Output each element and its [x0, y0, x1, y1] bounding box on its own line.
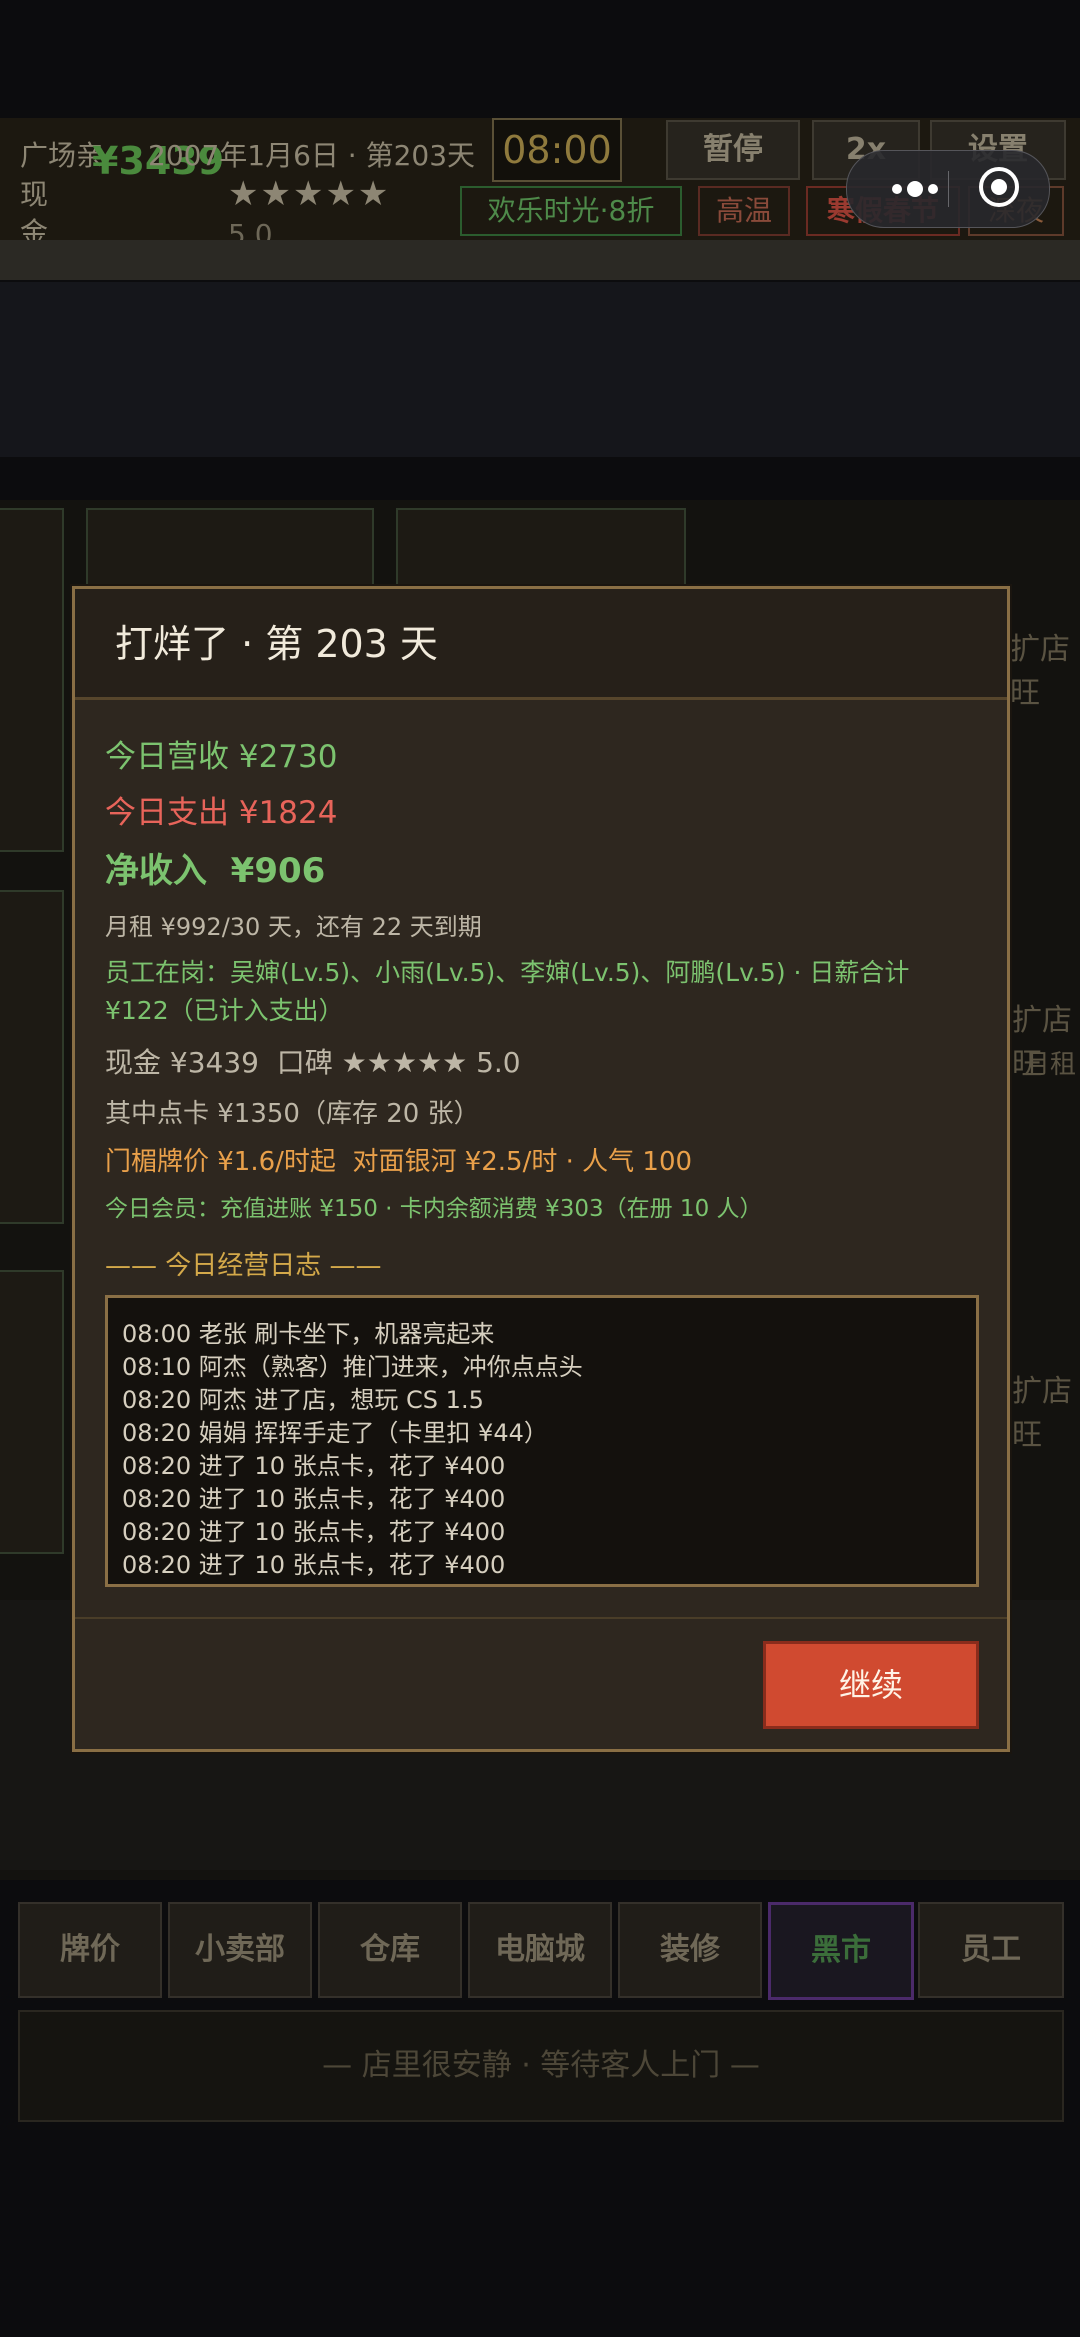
log-entry: 08:00 老张 刷卡坐下，机器亮起来	[122, 1320, 495, 1348]
price-line: 门楣牌价 ¥1.6/时起 对面银河 ¥2.5/时 · 人气 100	[105, 1147, 693, 1177]
game-clock: 08:00	[492, 118, 622, 182]
info-band	[0, 282, 1080, 457]
close-miniprogram-icon[interactable]	[977, 165, 1021, 209]
nav-decoration[interactable]: 装修	[618, 1902, 762, 1998]
pause-button[interactable]: 暂停	[666, 120, 800, 180]
operation-log[interactable]: 08:00 老张 刷卡坐下，机器亮起来 08:10 阿杰（熟客）推门进来，冲你点…	[105, 1295, 979, 1587]
hot-weather-tag: 高温	[698, 186, 790, 236]
nav-price[interactable]: 牌价	[18, 1902, 162, 1998]
dialog-header: 打烊了 · 第 203 天	[75, 589, 1007, 700]
bottom-nav: 牌价 小卖部 仓库 电脑城 装修 黑市 员工	[0, 1880, 1080, 2010]
net-income-line: 净收入 ¥906	[105, 851, 326, 891]
log-entry: 08:20 进了 10 张点卡，花了 ¥400	[122, 1452, 506, 1480]
staff-line-cont: ¥122（已计入支出）	[105, 996, 344, 1025]
cash-reputation-line: 现金 ¥3439 口碑 ★★★★★ 5.0	[105, 1046, 521, 1079]
log-entry: 08:10 阿杰（熟客）推门进来，冲你点点头	[122, 1353, 583, 1381]
capsule-divider	[948, 171, 949, 207]
continue-button[interactable]: 继续	[763, 1641, 979, 1729]
log-entry: 08:20 娟娟 挥挥手走了（卡里扣 ¥44）	[122, 1419, 548, 1447]
log-entry: 08:20 进了 10 张点卡，花了 ¥400	[122, 1485, 506, 1513]
nav-staff[interactable]: 员工	[918, 1902, 1064, 1998]
log-title: —— 今日经营日志 ——	[105, 1251, 382, 1281]
cards-line: 其中点卡 ¥1350（库存 20 张）	[105, 1099, 480, 1129]
dialog-footer-divider	[75, 1617, 1007, 1619]
staff-line: 员工在岗：吴婶(Lv.5)、小雨(Lv.5)、李婶(Lv.5)、阿鹏(Lv.5)…	[105, 958, 910, 987]
log-entry: 08:20 阿杰 进了店，想玩 CS 1.5	[122, 1386, 484, 1414]
machine-card[interactable]	[0, 1270, 64, 1554]
revenue-line: 今日营收 ¥2730	[105, 739, 338, 775]
nav-black-market[interactable]: 黑市	[768, 1902, 914, 2000]
log-entry: 08:20 进了 10 张点卡，花了 ¥400	[122, 1518, 506, 1546]
nav-snack-bar[interactable]: 小卖部	[168, 1902, 312, 1998]
expand-label: 扩店旺	[1012, 1374, 1072, 1453]
expense-line: 今日支出 ¥1824	[105, 795, 338, 831]
game-date: 2007年1月6日 · 第203天	[148, 139, 476, 172]
members-line: 今日会员：充值进账 ¥150 · 卡内余额消费 ¥303（在册 10 人）	[105, 1196, 763, 1222]
machine-card[interactable]	[396, 508, 686, 592]
rating-stars: ★★★★★	[228, 174, 391, 214]
more-icon[interactable]	[867, 151, 957, 227]
machine-card[interactable]	[0, 508, 64, 852]
dialog-title: 打烊了 · 第 203 天	[115, 622, 438, 666]
rent-label: 月租	[1024, 1050, 1077, 1080]
rent-line: 月租 ¥992/30 天，还有 22 天到期	[105, 913, 482, 941]
expand-label: 扩店旺	[1010, 632, 1070, 711]
machine-card[interactable]	[0, 890, 64, 1224]
nav-warehouse[interactable]: 仓库	[318, 1902, 462, 1998]
day-summary-dialog: 打烊了 · 第 203 天 今日营收 ¥2730 今日支出 ¥1824 净收入 …	[72, 586, 1010, 1752]
cash-value: ¥3439	[92, 139, 225, 183]
log-entry: 08:20 进了 10 张点卡，花了 ¥400	[122, 1551, 506, 1579]
nav-computer-mall[interactable]: 电脑城	[468, 1902, 612, 1998]
machine-card[interactable]	[86, 508, 374, 592]
progress-strip	[0, 240, 1080, 280]
shop-status-message: — 店里很安静 · 等待客人上门 —	[18, 2010, 1064, 2122]
happy-hour-tag: 欢乐时光·8折	[460, 186, 682, 236]
miniprogram-capsule	[846, 150, 1050, 228]
